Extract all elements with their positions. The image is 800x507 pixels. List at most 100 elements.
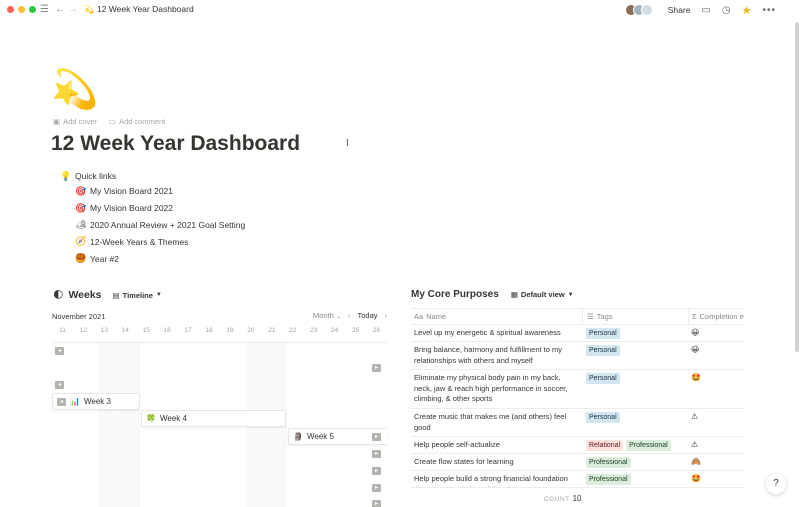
scroll-right-icon[interactable]: ▸	[372, 467, 381, 475]
scroll-left-icon[interactable]: ◂	[55, 347, 64, 355]
timeline-grid[interactable]: ◂ ◂ ▸ ◂ 📊 Week 3 🍀 Week 4 🗿 Week 5 ▸ ▸ ▸…	[52, 342, 387, 507]
scroll-right-icon[interactable]: ▸	[372, 450, 381, 458]
core-purposes-title[interactable]: My Core Purposes	[411, 289, 499, 300]
scroll-left-icon[interactable]: ◂	[55, 381, 64, 389]
tags-cell[interactable]: Personal	[582, 409, 688, 436]
comment-icon: ▭	[108, 117, 116, 126]
weeks-title[interactable]: Weeks	[68, 289, 101, 301]
add-comment-button[interactable]: ▭ Add comment	[109, 117, 165, 126]
camping-icon: 🏕	[75, 219, 87, 230]
list-property-icon: ☰	[587, 312, 594, 321]
chevron-down-icon: ▼	[567, 291, 574, 298]
table-row[interactable]: Help people build a strong financial fou…	[411, 471, 744, 488]
column-header-completion[interactable]: Σ Completion e	[688, 308, 744, 325]
quick-link-annual-review[interactable]: 🏕 2020 Annual Review + 2021 Goal Setting	[75, 217, 245, 234]
week-card[interactable]: 🗿 Week 5 ▸	[288, 428, 387, 445]
scale-selector[interactable]: Month ⌄	[313, 311, 341, 320]
column-header-tags[interactable]: ☰ Tags	[582, 308, 688, 325]
updates-clock-icon[interactable]: ◷	[722, 5, 731, 16]
table-row[interactable]: Create flow states for learning Professio…	[411, 454, 744, 471]
next-arrow-icon[interactable]: ›	[385, 311, 388, 320]
view-label: Timeline	[122, 290, 153, 300]
purpose-name[interactable]: Level up my energetic & spiritual awaren…	[411, 325, 582, 341]
week-card[interactable]: ◂ 📊 Week 3	[52, 393, 140, 410]
purpose-name[interactable]: Create music that makes me (and others) …	[411, 409, 582, 436]
timeline-icon: ▤	[112, 290, 120, 300]
completion-indicator: 🙈	[691, 457, 701, 466]
purpose-name[interactable]: Eliminate my physical body pain in my ba…	[411, 370, 582, 408]
add-cover-label: Add cover	[63, 117, 97, 126]
close-window-button[interactable]	[7, 6, 14, 13]
previous-arrow-icon[interactable]: ‹	[348, 311, 351, 320]
quick-link-year-2[interactable]: 🥮 Year #2	[75, 250, 245, 267]
minimize-window-button[interactable]	[18, 6, 25, 13]
lightbulb-icon: 💡	[60, 171, 72, 181]
week-card[interactable]: 🍀 Week 4	[141, 410, 286, 427]
purpose-name[interactable]: Create flow states for learning	[411, 454, 582, 470]
comments-icon[interactable]: ▭	[701, 5, 710, 16]
purpose-name[interactable]: Help people self-actualize	[411, 437, 582, 453]
window-controls	[7, 6, 36, 13]
purpose-name[interactable]: Bring balance, harmony and fulfillment t…	[411, 342, 582, 369]
quick-link-vision-board-2021[interactable]: 🎯 My Vision Board 2021	[75, 183, 245, 200]
table-row[interactable]: Bring balance, harmony and fulfillment t…	[411, 342, 744, 370]
add-cover-button[interactable]: ▣ Add cover	[53, 117, 97, 126]
tags-cell[interactable]: Personal	[582, 370, 688, 408]
quick-link-vision-board-2022[interactable]: 🎯 My Vision Board 2022	[75, 200, 245, 217]
day-label: 13	[100, 327, 108, 334]
table-row[interactable]: Level up my energetic & spiritual awaren…	[411, 325, 744, 342]
core-purposes-table: Aa Name ☰ Tags Σ Completion e Level up m…	[411, 308, 744, 488]
completion-indicator: 😀	[691, 328, 700, 337]
day-label: 20	[247, 327, 255, 334]
share-button[interactable]: Share	[668, 5, 691, 15]
day-label: 25	[351, 327, 360, 334]
scroll-right-icon[interactable]: ▸	[372, 484, 381, 492]
today-button[interactable]: Today	[357, 311, 377, 320]
tag-relational: Relational	[586, 440, 624, 451]
column-header-name[interactable]: Aa Name	[411, 312, 582, 321]
quick-link-12-week-years[interactable]: 🧭 12-Week Years & Themes	[75, 233, 245, 250]
quick-link-label: Year #2	[90, 253, 119, 264]
table-body: Level up my energetic & spiritual awaren…	[411, 325, 744, 488]
forward-arrow-icon[interactable]: →	[68, 3, 78, 17]
table-row[interactable]: Help people self-actualize Relational Prof…	[411, 437, 744, 454]
default-view-selector[interactable]: ▦ Default view ▼	[511, 290, 574, 299]
page-title[interactable]: 12 Week Year Dashboard	[51, 130, 300, 158]
more-options-icon[interactable]: •••	[762, 5, 776, 16]
scroll-right-icon[interactable]: ▸	[372, 364, 381, 372]
scroll-right-icon[interactable]: ▸	[372, 432, 381, 441]
quick-links-list: 🎯 My Vision Board 2021 🎯 My Vision Board…	[75, 183, 245, 267]
tags-cell[interactable]: Personal	[582, 325, 688, 341]
month-label: November 2021	[52, 312, 106, 321]
weekend-shade	[99, 343, 140, 507]
scale-label: Month	[313, 311, 334, 320]
table-row[interactable]: Eliminate my physical body pain in my ba…	[411, 370, 744, 409]
page-icon[interactable]: 💫	[51, 66, 98, 114]
quick-link-label: 2020 Annual Review + 2021 Goal Setting	[90, 219, 246, 230]
top-bar-actions: Share ▭ ◷ ★ •••	[624, 2, 776, 18]
help-button[interactable]: ?	[766, 474, 786, 494]
tags-cell[interactable]: Professional	[582, 471, 688, 487]
back-arrow-icon[interactable]: ←	[55, 3, 65, 17]
scrollbar[interactable]	[795, 22, 799, 352]
tag-personal: Personal	[586, 345, 620, 356]
day-label: 22	[289, 327, 297, 334]
quick-link-label: My Vision Board 2021	[90, 186, 174, 197]
moai-icon: 🗿	[293, 432, 303, 441]
page-header-actions: ▣ Add cover ▭ Add comment	[53, 117, 165, 126]
timeline-view-selector[interactable]: ▤ Timeline ▼	[113, 291, 162, 300]
tags-cell[interactable]: Relational Professional	[582, 437, 688, 453]
tags-cell[interactable]: Personal	[582, 342, 688, 369]
collaborator-avatars[interactable]	[624, 4, 653, 16]
scroll-right-icon[interactable]: ▸	[372, 500, 381, 507]
favorite-star-icon[interactable]: ★	[742, 4, 752, 17]
completion-indicator: 😀	[691, 345, 700, 354]
day-label: 21	[268, 327, 276, 334]
table-row[interactable]: Create music that makes me (and others) …	[411, 409, 744, 437]
purpose-name[interactable]: Help people build a strong financial fou…	[411, 471, 582, 487]
weeks-header: 🌓 Weeks ▤ Timeline ▼	[53, 289, 162, 301]
tags-cell[interactable]: Professional	[582, 454, 688, 470]
breadcrumb[interactable]: 💫 12 Week Year Dashboard	[84, 4, 194, 14]
maximize-window-button[interactable]	[29, 6, 36, 13]
sidebar-menu-icon[interactable]: ☰	[40, 3, 49, 17]
